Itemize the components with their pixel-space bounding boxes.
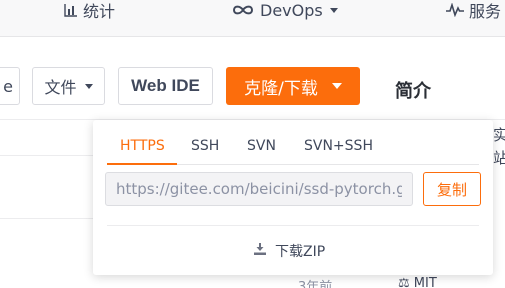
- top-nav: 统计 DevOps 服务: [0, 0, 505, 37]
- commit-time-fragment: 3年前: [298, 280, 333, 288]
- intro-heading: 简介: [395, 81, 431, 102]
- nav-item-service[interactable]: 服务: [446, 0, 502, 21]
- scale-icon: ⚖: [398, 276, 410, 288]
- license-label: MIT: [413, 276, 437, 288]
- clone-url-input[interactable]: [105, 172, 413, 206]
- nav-stats-label: 统计: [83, 2, 116, 21]
- nav-item-stats[interactable]: 统计: [64, 0, 116, 21]
- sidebar-text-fragment: 实: [493, 126, 505, 144]
- chevron-down-icon: [84, 83, 93, 89]
- chevron-down-icon: [329, 7, 338, 13]
- nav-service-label: 服务: [469, 2, 502, 21]
- file-menu-button[interactable]: 文件: [32, 67, 105, 105]
- download-zip-label: 下载ZIP: [275, 244, 326, 260]
- tab-svn-ssh[interactable]: SVN+SSH: [304, 138, 373, 154]
- clone-download-button[interactable]: 克隆/下载: [226, 67, 360, 105]
- nav-devops-label: DevOps: [260, 0, 323, 20]
- download-icon: [253, 242, 267, 260]
- row-divider: [0, 218, 93, 219]
- nav-item-devops[interactable]: DevOps: [231, 0, 338, 20]
- web-ide-button[interactable]: Web IDE: [118, 67, 213, 105]
- branch-select-button[interactable]: e: [0, 67, 20, 105]
- bar-chart-icon: [64, 3, 78, 17]
- branch-select-label: e: [3, 76, 13, 96]
- license-fragment: ⚖ MIT: [398, 276, 437, 288]
- infinity-icon: [231, 4, 255, 16]
- chevron-down-icon: [331, 83, 342, 89]
- tab-https[interactable]: HTTPS: [120, 138, 165, 154]
- row-divider: [0, 155, 93, 156]
- sidebar-text-fragment: 站: [493, 149, 505, 167]
- copy-button[interactable]: 复制: [423, 172, 481, 206]
- clone-dropdown: HTTPS SSH SVN SVN+SSH 复制 下载ZIP: [93, 120, 493, 275]
- protocol-tabs: HTTPS SSH SVN SVN+SSH: [107, 128, 479, 165]
- divider: [107, 225, 479, 226]
- active-tab-indicator: [107, 163, 177, 165]
- clone-download-label: 克隆/下载: [244, 78, 318, 99]
- pulse-icon: [446, 3, 464, 17]
- file-menu-label: 文件: [44, 78, 77, 97]
- download-zip-link[interactable]: 下载ZIP: [253, 241, 325, 261]
- tab-ssh[interactable]: SSH: [191, 138, 219, 154]
- tab-svn[interactable]: SVN: [247, 138, 276, 154]
- web-ide-label: Web IDE: [131, 76, 200, 95]
